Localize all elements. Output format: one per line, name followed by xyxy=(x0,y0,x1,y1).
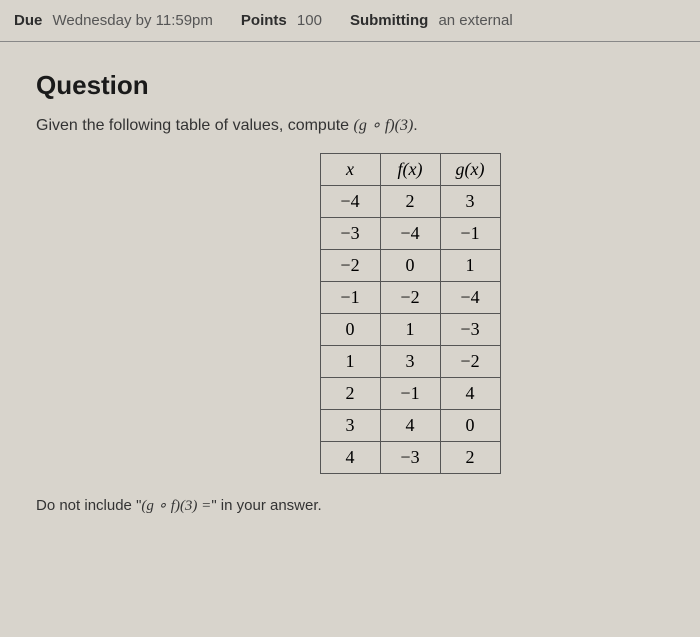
prompt-prefix: Given the following table of values, com… xyxy=(36,117,354,134)
due-meta: Due Wednesday by 11:59pm xyxy=(14,12,213,29)
cell-gx: 0 xyxy=(440,410,500,442)
table-header-row: x f(x) g(x) xyxy=(320,154,500,186)
cell-fx: −3 xyxy=(380,442,440,474)
cell-fx: 3 xyxy=(380,346,440,378)
footer-expression: (g ∘ f)(3) = xyxy=(141,498,211,514)
cell-fx: −1 xyxy=(380,378,440,410)
cell-gx: −2 xyxy=(440,346,500,378)
question-content: Question Given the following table of va… xyxy=(0,42,700,527)
points-label: Points xyxy=(241,12,287,29)
due-value: Wednesday by 11:59pm xyxy=(53,12,213,29)
col-header-fx: f(x) xyxy=(380,154,440,186)
cell-x: 2 xyxy=(320,378,380,410)
cell-gx: −1 xyxy=(440,218,500,250)
cell-x: 0 xyxy=(320,314,380,346)
cell-fx: 4 xyxy=(380,410,440,442)
points-meta: Points 100 xyxy=(241,12,322,29)
question-title: Question xyxy=(36,70,664,101)
submitting-label: Submitting xyxy=(350,12,428,29)
col-header-x: x xyxy=(320,154,380,186)
values-table: x f(x) g(x) −4 2 3 −3 −4 −1 −2 0 xyxy=(320,153,501,474)
cell-fx: 1 xyxy=(380,314,440,346)
cell-x: −4 xyxy=(320,186,380,218)
points-value: 100 xyxy=(297,12,322,29)
table-body: −4 2 3 −3 −4 −1 −2 0 1 −1 −2 −4 xyxy=(320,186,500,474)
cell-x: 3 xyxy=(320,410,380,442)
due-label: Due xyxy=(14,12,42,29)
assignment-meta-bar: Due Wednesday by 11:59pm Points 100 Subm… xyxy=(0,0,700,42)
cell-x: 4 xyxy=(320,442,380,474)
table-row: 3 4 0 xyxy=(320,410,500,442)
cell-fx: 0 xyxy=(380,250,440,282)
table-row: 4 −3 2 xyxy=(320,442,500,474)
table-row: 2 −1 4 xyxy=(320,378,500,410)
cell-gx: 1 xyxy=(440,250,500,282)
cell-x: −3 xyxy=(320,218,380,250)
cell-x: −2 xyxy=(320,250,380,282)
cell-gx: 4 xyxy=(440,378,500,410)
prompt-suffix: . xyxy=(413,117,417,134)
cell-gx: −3 xyxy=(440,314,500,346)
cell-fx: 2 xyxy=(380,186,440,218)
cell-gx: 3 xyxy=(440,186,500,218)
footer-prefix: Do not include " xyxy=(36,497,141,514)
cell-fx: −4 xyxy=(380,218,440,250)
table-row: −2 0 1 xyxy=(320,250,500,282)
table-row: −3 −4 −1 xyxy=(320,218,500,250)
table-row: 0 1 −3 xyxy=(320,314,500,346)
values-table-wrap: x f(x) g(x) −4 2 3 −3 −4 −1 −2 0 xyxy=(156,153,664,474)
question-prompt: Given the following table of values, com… xyxy=(36,115,664,135)
cell-gx: −4 xyxy=(440,282,500,314)
cell-x: −1 xyxy=(320,282,380,314)
table-row: 1 3 −2 xyxy=(320,346,500,378)
submitting-value: an external xyxy=(438,12,512,29)
table-row: −4 2 3 xyxy=(320,186,500,218)
col-header-gx: g(x) xyxy=(440,154,500,186)
table-row: −1 −2 −4 xyxy=(320,282,500,314)
cell-gx: 2 xyxy=(440,442,500,474)
cell-fx: −2 xyxy=(380,282,440,314)
answer-instruction: Do not include "(g ∘ f)(3) =" in your an… xyxy=(36,496,664,515)
footer-suffix: " in your answer. xyxy=(211,497,321,514)
prompt-expression: (g ∘ f)(3) xyxy=(354,117,414,134)
cell-x: 1 xyxy=(320,346,380,378)
submitting-meta: Submitting an external xyxy=(350,12,513,29)
